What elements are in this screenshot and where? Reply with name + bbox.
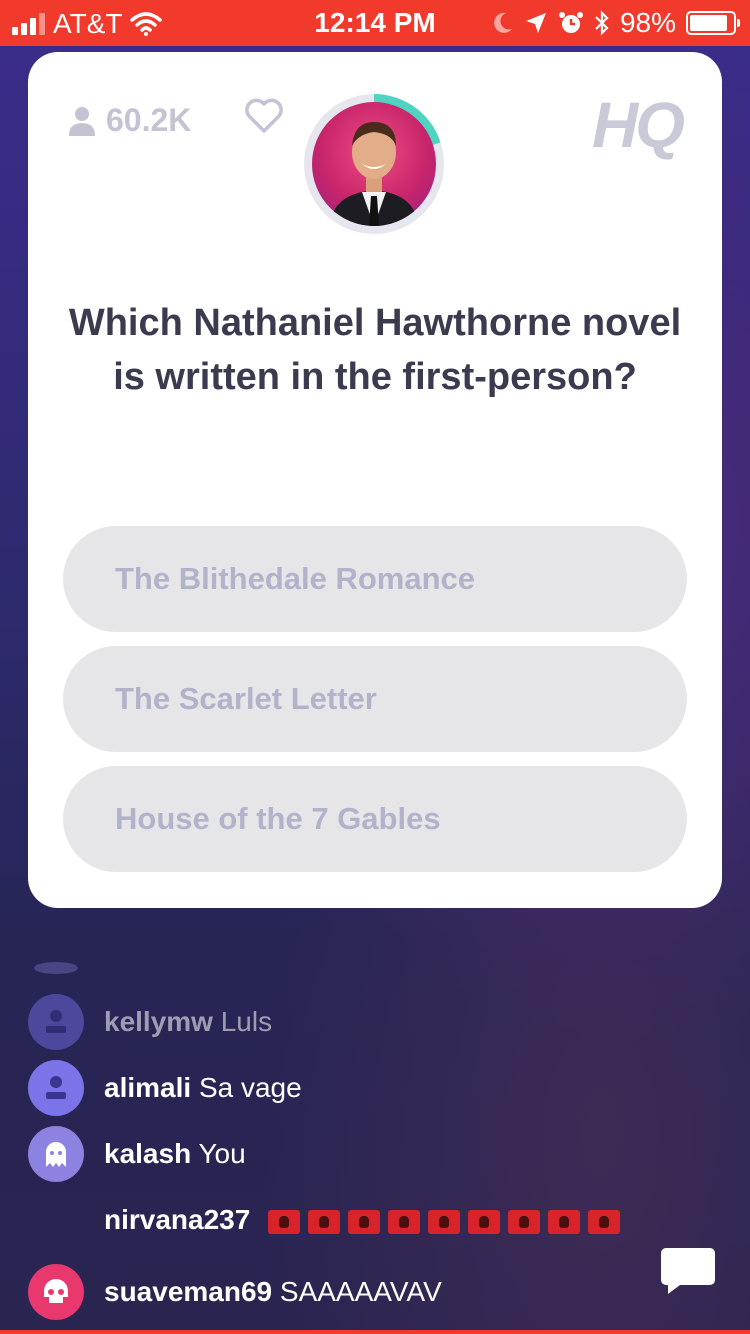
question-text: Which Nathaniel Hawthorne novel is writt… <box>68 302 682 398</box>
answer-label: The Blithedale Romance <box>115 561 476 596</box>
chat-message: kalash You <box>28 1126 246 1182</box>
albania-flag-icon <box>508 1209 541 1234</box>
answer-label: The Scarlet Letter <box>115 681 377 716</box>
albania-flag-icon <box>588 1209 621 1234</box>
battery-icon <box>686 11 740 35</box>
bottom-red-bar <box>0 1330 750 1334</box>
person-icon <box>28 994 84 1050</box>
battery-fill <box>690 15 728 31</box>
heart-icon <box>245 98 283 133</box>
answer-option-1[interactable]: The Blithedale Romance <box>63 526 687 632</box>
host-timer-ring <box>304 94 444 234</box>
status-bar-right: 98% <box>492 7 740 39</box>
chat-message-text: You <box>198 1138 246 1169</box>
chat-text: kalash You <box>104 1138 246 1170</box>
heart-button[interactable] <box>244 98 284 139</box>
faded-avatar <box>34 962 78 974</box>
albania-flag-icon <box>428 1209 461 1234</box>
chat-message: alimali Sa vage <box>28 1060 302 1116</box>
chat-message-text: SAAAAAVAV <box>279 1276 442 1307</box>
location-icon <box>525 13 546 33</box>
flag-emoji-row <box>268 1209 621 1234</box>
chat-bubble-icon <box>661 1248 715 1294</box>
chat-text: suaveman69 SAAAAAVAV <box>104 1276 442 1308</box>
albania-flag-icon <box>348 1209 381 1234</box>
host-portrait <box>330 122 418 226</box>
empty-avatar <box>28 1192 84 1248</box>
skull-icon <box>28 1264 84 1320</box>
hq-logo: HQ <box>592 89 685 161</box>
person-icon <box>28 1060 84 1116</box>
ghost-icon <box>28 1126 84 1182</box>
chat-message-text: Luls <box>220 1006 273 1037</box>
chat-username: kellymw <box>104 1006 213 1037</box>
chat-button[interactable] <box>660 1246 716 1296</box>
chat-message: suaveman69 SAAAAAVAV <box>28 1264 442 1320</box>
chat-username: kalash <box>104 1138 192 1169</box>
answer-option-3[interactable]: House of the 7 Gables <box>63 766 687 872</box>
chat-text: kellymw Luls <box>104 1006 272 1038</box>
albania-flag-icon <box>308 1209 341 1234</box>
chat-message-text: Sa vage <box>198 1072 302 1103</box>
battery-percent: 98% <box>619 7 676 38</box>
bluetooth-icon <box>595 10 609 36</box>
moon-icon <box>494 12 512 33</box>
albania-flag-icon <box>468 1209 501 1234</box>
host-avatar <box>312 102 436 226</box>
status-bar: AT&T 12:14 PM 98% <box>0 0 750 46</box>
chat-text: nirvana237 <box>104 1204 621 1236</box>
alarm-icon <box>558 12 583 33</box>
albania-flag-icon <box>548 1209 581 1234</box>
albania-flag-icon <box>268 1209 301 1234</box>
chat-username: suaveman69 <box>104 1276 273 1307</box>
chat-message: nirvana237 <box>28 1192 621 1248</box>
chat-username: nirvana237 <box>104 1204 251 1235</box>
viewer-count-label: 60.2K <box>106 102 192 138</box>
person-icon <box>69 106 95 136</box>
chat-message: kellymw Luls <box>28 994 272 1050</box>
question-card: 60.2K HQ Which Nathaniel Hawthorne novel… <box>28 52 722 908</box>
answer-label: House of the 7 Gables <box>115 801 441 836</box>
chat-text: alimali Sa vage <box>104 1072 302 1104</box>
answer-option-2[interactable]: The Scarlet Letter <box>63 646 687 752</box>
albania-flag-icon <box>388 1209 421 1234</box>
chat-username: alimali <box>104 1072 192 1103</box>
viewer-count: 60.2K <box>68 102 191 139</box>
